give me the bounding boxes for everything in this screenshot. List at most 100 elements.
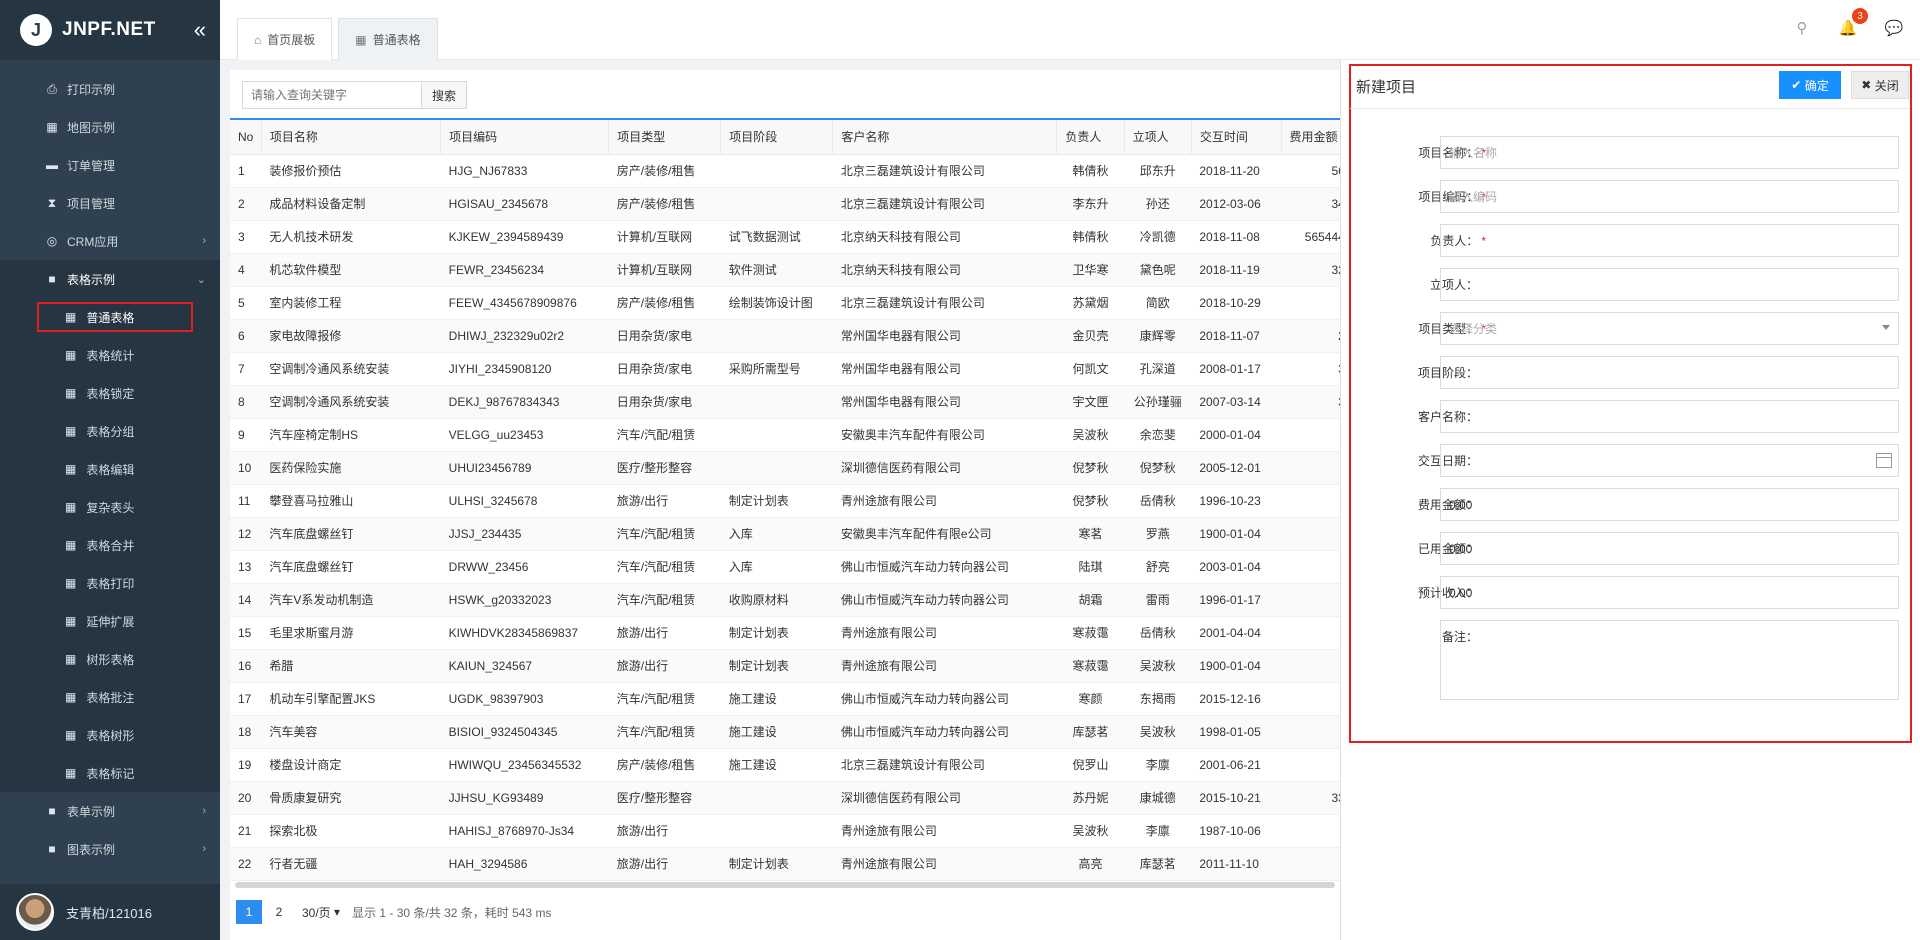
date-picker[interactable] <box>1440 444 1899 477</box>
table-cell: 2018-11-07 <box>1191 319 1281 353</box>
search-input[interactable] <box>242 81 422 109</box>
close-button[interactable]: ✖ 关闭 <box>1851 71 1909 99</box>
sidebar-subitem[interactable]: ▦ 表格分组 <box>0 412 220 450</box>
sidebar-subitem-label: 表格锁定 <box>86 386 135 401</box>
sidebar-subitem[interactable]: ▦ 表格统计 <box>0 336 220 374</box>
table-row[interactable]: 5 室内装修工程 FEEW_4345678909876 房产/装修/租售 绘制装饰设计图… <box>230 286 1340 320</box>
chat-icon[interactable]: 💬 <box>1882 16 1906 40</box>
table-row[interactable]: 22 行者无疆 HAH_3294586 旅游/出行 制定计划表 青州途旅有限公司 高亮 库瑟茗… <box>230 847 1340 881</box>
table-cell: 北京三磊建筑设计有限公司 <box>832 748 1057 782</box>
table-row[interactable]: 8 空调制冷通风系统安装 DEKJ_98767834343 日用杂货/家电 常州国华电器… <box>230 385 1340 419</box>
sidebar-item-orders[interactable]: ▬ 订单管理 <box>0 146 220 184</box>
table-cell: 孙还 <box>1124 187 1192 221</box>
sidebar-subitem[interactable]: ▦ 树形表格 <box>0 640 220 678</box>
grid: No 项目名称 项目编码 项目类型 项目阶段 客户名称 负责人 立项人 交互时间 费用金额 1 装修… <box>230 120 1340 881</box>
table-row[interactable]: 17 机动车引擎配置JKS UGDK_98397903 汽车/汽配/租赁 施工建设 佛山市… <box>230 682 1340 716</box>
horizontal-scrollbar[interactable] <box>235 882 1335 888</box>
table-cell: 6 <box>230 319 262 353</box>
sidebar-subitem[interactable]: ▦ 表格合并 <box>0 526 220 564</box>
table-row[interactable]: 4 机芯软件模型 FEWR_23456234 计算机/互联网 软件测试 北京纳天科技有限公… <box>230 253 1340 287</box>
sidebar-item-forms[interactable]: ■ 表单示例 › <box>0 792 220 830</box>
table-cell: 室内装修工程 <box>261 286 441 320</box>
form-input[interactable]: 0.00 <box>1440 576 1899 609</box>
sidebar-item-crm[interactable]: ◎ CRM应用 › <box>0 222 220 260</box>
tab-home[interactable]: ⌂ 首页展板 <box>237 18 333 60</box>
user-profile[interactable]: 支青柏/121016 <box>0 884 220 940</box>
table-row[interactable]: 9 汽车座椅定制HS VELGG_uu23453 汽车/汽配/租赁 安徽奥丰汽车配件有限… <box>230 418 1340 452</box>
table-row[interactable]: 18 汽车美容 BISIOI_9324504345 汽车/汽配/租赁 施工建设 佛山市恒威… <box>230 715 1340 749</box>
sidebar-subitem-label: 表格打印 <box>86 576 135 591</box>
sidebar-subitem[interactable]: ▦ 复杂表头 <box>0 488 220 526</box>
form-input[interactable] <box>1440 400 1899 433</box>
form-input[interactable] <box>1440 268 1899 301</box>
form-input[interactable]: 输入名称 <box>1440 136 1899 169</box>
form-input[interactable] <box>1440 224 1899 257</box>
table-row[interactable]: 7 空调制冷通风系统安装 JIYHI_2345908120 日用杂货/家电 采购所需型号… <box>230 352 1340 386</box>
field-value: 0.00 <box>1449 497 1473 512</box>
table-cell: 17 <box>230 682 262 716</box>
table-cell: 计算机/互联网 <box>608 253 721 287</box>
table-row[interactable]: 13 汽车底盘螺丝钉 DRWW_23456 汽车/汽配/租赁 入库 佛山市恒威汽车动力转向… <box>230 550 1340 584</box>
folder-icon: ■ <box>48 804 56 818</box>
sidebar-subitem[interactable]: ▦ 表格打印 <box>0 564 220 602</box>
table-row[interactable]: 1 装修报价预估 HJG_NJ67833 房产/装修/租售 北京三磊建筑设计有限公司 韩倩… <box>230 154 1340 188</box>
column-header[interactable]: 项目阶段 <box>720 120 834 155</box>
column-header[interactable]: 项目类型 <box>608 120 722 155</box>
sidebar-subitem[interactable]: ▦ 表格锁定 <box>0 374 220 412</box>
page-size-select[interactable]: 30/页 ▾ <box>302 900 340 924</box>
page-1-button[interactable]: 1 <box>236 900 262 924</box>
table-row[interactable]: 21 探索北极 HAHISJ_8768970-Js34 旅游/出行 青州途旅有限公司 吴波… <box>230 814 1340 848</box>
table-row[interactable]: 6 家电故障报修 DHIWJ_232329u02r2 日用杂货/家电 常州国华电器有限公… <box>230 319 1340 353</box>
table-row[interactable]: 12 汽车底盘螺丝钉 JJSJ_234435 汽车/汽配/租赁 入库 安徽奥丰汽车配件有限… <box>230 517 1340 551</box>
sidebar-item-map[interactable]: ▦ 地图示例 <box>0 108 220 146</box>
table-row[interactable]: 15 毛里求斯蜜月游 KIWHDVK28345869837 旅游/出行 制定计划表 青州途… <box>230 616 1340 650</box>
confirm-button[interactable]: ✔ 确定 <box>1779 71 1841 99</box>
form-input[interactable]: 0.00 <box>1440 532 1899 565</box>
remark-textarea[interactable] <box>1440 620 1899 700</box>
table-row[interactable]: 14 汽车V系发动机制造 HSWK_g20332023 汽车/汽配/租赁 收购原材料 佛山… <box>230 583 1340 617</box>
form-input[interactable]: 0.00 <box>1440 488 1899 521</box>
column-header[interactable]: 立项人 <box>1124 120 1192 155</box>
search-icon[interactable]: ⚲ <box>1790 16 1814 40</box>
search-button[interactable]: 搜索 <box>422 81 468 109</box>
column-header[interactable]: 交互时间 <box>1191 120 1282 155</box>
table-cell: 入库 <box>720 517 833 551</box>
table-cell: HGISAU_2345678 <box>440 187 609 221</box>
table-row[interactable]: 11 攀登喜马拉雅山 ULHSI_3245678 旅游/出行 制定计划表 青州途旅有限公司… <box>230 484 1340 518</box>
column-header[interactable]: No <box>230 120 262 155</box>
sidebar-subitem[interactable]: ▦ 延伸扩展 <box>0 602 220 640</box>
table-row[interactable]: 2 成品材料设备定制 HGISAU_2345678 房产/装修/租售 北京三磊建筑设计有… <box>230 187 1340 221</box>
table-cell: 旅游/出行 <box>608 847 721 881</box>
sidebar-subitem[interactable]: ▦ 表格标记 <box>0 754 220 792</box>
column-header[interactable]: 负责人 <box>1056 120 1125 155</box>
project-type-select[interactable]: 选择分类 <box>1440 312 1899 345</box>
column-header[interactable]: 客户名称 <box>832 120 1058 155</box>
sidebar-subitem[interactable]: ▦ 表格批注 <box>0 678 220 716</box>
table-cell: 青州途旅有限公司 <box>832 649 1057 683</box>
column-header[interactable]: 费用金额 <box>1281 120 1340 155</box>
sidebar-subitem[interactable]: ▦ 表格编辑 <box>0 450 220 488</box>
collapse-sidebar-icon[interactable]: « <box>194 17 206 43</box>
folder-icon: ■ <box>48 842 56 856</box>
form-input[interactable] <box>1440 356 1899 389</box>
bell-icon[interactable]: 🔔 3 <box>1836 8 1868 40</box>
sidebar-item-tables[interactable]: ■ 表格示例 ⌄ <box>0 260 220 298</box>
table-row[interactable]: 3 无人机技术研发 KJKEW_2394589439 计算机/互联网 试飞数据测试 北京纳… <box>230 220 1340 254</box>
table-row[interactable]: 20 骨质康复研究 JJHSU_KG93489 医疗/整形整容 深圳德信医药有限公司 苏丹… <box>230 781 1340 815</box>
sidebar-subitem[interactable]: ▦ 表格树形 <box>0 716 220 754</box>
page-2-button[interactable]: 2 <box>266 900 292 924</box>
highlight-box <box>37 302 193 332</box>
table-row[interactable]: 16 希腊 KAIUN_324567 旅游/出行 制定计划表 青州途旅有限公司 寒菽霭 吴波秋… <box>230 649 1340 683</box>
calendar-icon[interactable] <box>1876 453 1892 468</box>
sidebar-item-charts[interactable]: ■ 图表示例 › <box>0 830 220 868</box>
table-cell: 冷凯德 <box>1124 220 1192 254</box>
tab-basic-table[interactable]: ▦ 普通表格 <box>338 18 438 60</box>
sidebar-item-projects[interactable]: ⧗ 项目管理 <box>0 184 220 222</box>
column-header[interactable]: 项目编码 <box>440 120 610 155</box>
column-header[interactable]: 项目名称 <box>261 120 442 155</box>
sidebar-item-print[interactable]: ⎙ 打印示例 <box>0 70 220 108</box>
table-row[interactable]: 19 楼盘设计商定 HWIWQU_23456345532 房产/装修/租售 施工建设 北京… <box>230 748 1340 782</box>
table-cell: 舒亮 <box>1124 550 1192 584</box>
form-input[interactable]: 输入编码 <box>1440 180 1899 213</box>
table-row[interactable]: 10 医药保险实施 UHUI23456789 医疗/整形整容 深圳德信医药有限公司 倪梦秋… <box>230 451 1340 485</box>
